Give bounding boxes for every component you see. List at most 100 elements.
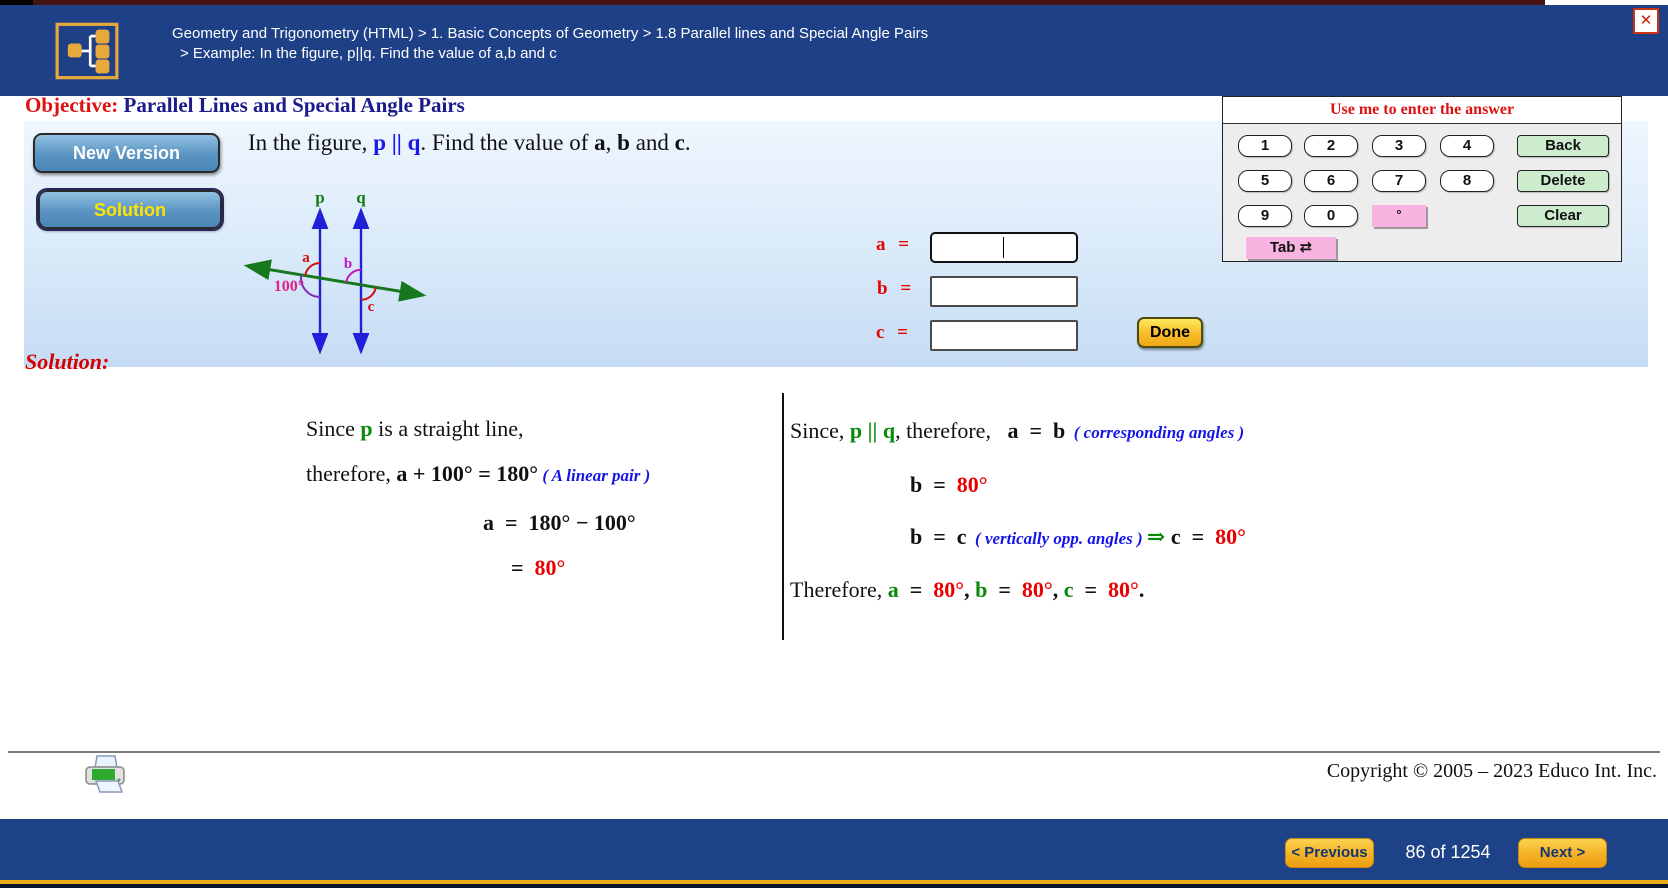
answer-input-a[interactable] [930,232,1078,263]
text-caret [1003,237,1004,258]
done-button[interactable]: Done [1137,317,1203,348]
tab-button[interactable]: Tab ⇄ [1246,237,1336,259]
var-a: a [888,577,899,602]
bottom-edge [0,884,1668,888]
question-part: . [685,130,691,155]
question-part: . Find the value of [420,130,594,155]
answer-input-b[interactable] [930,276,1078,307]
print-icon[interactable] [83,754,127,796]
var-pq: p || q [850,418,895,443]
question-var-a: a [594,130,606,155]
close-icon[interactable]: ✕ [1633,8,1659,34]
question-part: , [606,130,618,155]
solution-right-line-1: Since, p || q, therefore, a = b ( corres… [790,418,1244,444]
equals: = [511,555,535,580]
solution-heading: Solution: [25,349,109,375]
value-80: 80° [535,555,566,580]
label-100-degrees: 100° [274,278,304,295]
back-button[interactable]: Back [1517,135,1609,157]
question-part: and [630,130,675,155]
answer-label-b: b = [877,278,911,300]
text: Since, [790,418,850,443]
question-part: In the figure, [248,130,373,155]
page-counter: 86 of 1254 [1398,842,1498,863]
key-1[interactable]: 1 [1238,135,1292,157]
text: therefore, [306,461,396,486]
bottom-nav-bar: < Previous 86 of 1254 Next > [0,819,1668,880]
angle-c-arc [361,287,376,300]
label-a: a [302,250,310,266]
key-5[interactable]: 5 [1238,170,1292,192]
key-3[interactable]: 3 [1372,135,1426,157]
key-2[interactable]: 2 [1304,135,1358,157]
answer-keypad: Use me to enter the answer 1 2 3 4 5 6 7… [1222,96,1622,262]
text: , [1053,577,1064,602]
new-version-button[interactable]: New Version [33,133,220,173]
solution-left-line-4: = 80° [511,555,565,581]
label-c: c [368,299,375,315]
text: Since [306,416,360,441]
solution-button[interactable]: Solution [38,190,222,229]
answer-input-c[interactable] [930,320,1078,351]
value-80: 80° [957,472,988,497]
note-vertically-opposite: ( vertically opp. angles ) [967,529,1147,548]
key-7[interactable]: 7 [1372,170,1426,192]
objective-label: Objective: [25,93,124,117]
question-text: In the figure, p || q. Find the value of… [248,130,691,156]
value-80: 80° [1215,524,1246,549]
clear-button[interactable]: Clear [1517,205,1609,227]
breadcrumb-line-2: > Example: In the figure, p||q. Find the… [172,44,928,64]
key-0[interactable]: 0 [1304,205,1358,227]
text: , therefore, [895,418,1007,443]
answer-label-a: a = [876,234,909,256]
label-q: q [356,188,366,207]
question-var-c: c [675,130,685,155]
header-bar: Geometry and Trigonometry (HTML) > 1. Ba… [0,5,1668,96]
footer-divider [8,751,1660,753]
key-6[interactable]: 6 [1304,170,1358,192]
key-degree[interactable]: ° [1372,205,1426,227]
key-8[interactable]: 8 [1440,170,1494,192]
var-c: c [1064,577,1074,602]
equation: b = [910,472,957,497]
breadcrumb: Geometry and Trigonometry (HTML) > 1. Ba… [172,24,928,64]
solution-conclusion: Therefore, a = 80°, b = 80°, c = 80°. [790,577,1144,603]
note-linear-pair: ( A linear pair ) [538,466,650,485]
previous-button[interactable]: < Previous [1285,838,1374,868]
var-b: b [975,577,987,602]
equation: b = c [910,524,967,549]
equation: c = [1165,524,1215,549]
keypad-title: Use me to enter the answer [1223,97,1621,124]
breadcrumb-line-1: Geometry and Trigonometry (HTML) > 1. Ba… [172,24,928,44]
column-divider [782,393,784,640]
equals: = [899,577,934,602]
solution-right-line-2: b = 80° [910,472,988,498]
text: is a straight line, [373,416,524,441]
next-button[interactable]: Next > [1518,838,1607,868]
solution-left-line-1: Since p is a straight line, [306,416,524,442]
equation: a = b [1007,418,1065,443]
delete-button[interactable]: Delete [1517,170,1609,192]
solution-right-line-3: b = c ( vertically opp. angles ) ⇒ c = 8… [910,524,1246,550]
app-window: Geometry and Trigonometry (HTML) > 1. Ba… [0,0,1668,888]
copyright-text: Copyright © 2005 – 2023 Educo Int. Inc. [1327,760,1657,783]
var-p: p [360,416,372,441]
sitemap-logo-icon [55,22,119,80]
equation: a = 180° − 100° [483,510,636,535]
question-pq: p || q [373,130,420,155]
objective-title: Parallel Lines and Special Angle Pairs [124,93,465,117]
value-80: 80° [933,577,964,602]
text: , [964,577,975,602]
question-var-b: b [617,130,630,155]
key-4[interactable]: 4 [1440,135,1494,157]
page-title: Objective: Parallel Lines and Special An… [25,93,465,118]
key-9[interactable]: 9 [1238,205,1292,227]
solution-left-line-2: therefore, a + 100° = 180° ( A linear pa… [306,461,650,487]
equals: = [1073,577,1108,602]
label-b: b [344,256,352,272]
equation: a + 100° = 180° [396,461,538,486]
label-p: p [315,188,324,207]
answer-label-c: c = [876,322,908,344]
value-80: 80° [1108,577,1139,602]
equals: = [987,577,1022,602]
